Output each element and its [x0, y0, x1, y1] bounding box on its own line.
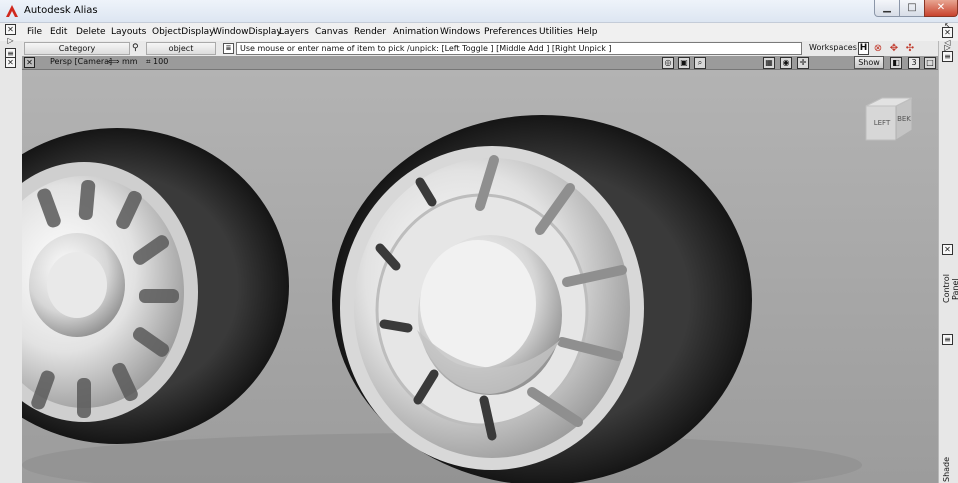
menu-utilities[interactable]: Utilities: [539, 27, 573, 37]
view-count-badge[interactable]: 3: [908, 57, 920, 69]
workspace-h-icon[interactable]: H: [858, 42, 869, 55]
viewcube-left-face[interactable]: LEFT: [866, 113, 898, 133]
menu-layers[interactable]: Layers: [279, 27, 309, 37]
camera-tumble-icon[interactable]: ◎: [662, 57, 674, 69]
window-tile-icon[interactable]: ◧: [890, 57, 902, 69]
pick-arrow-icon[interactable]: ↖: [942, 21, 953, 32]
prompt-line: Category ⚲ object ≣ Use mouse or enter n…: [22, 41, 938, 56]
window-title: Autodesk Alias: [24, 5, 98, 16]
object-dropdown[interactable]: object: [146, 42, 216, 55]
maximize-button[interactable]: □: [899, 0, 925, 17]
play-arrow-icon[interactable]: ▷: [942, 43, 953, 54]
snap-icon[interactable]: ⊗: [872, 42, 884, 55]
camera-track-icon[interactable]: ▣: [678, 57, 690, 69]
menu-canvas[interactable]: Canvas: [315, 27, 348, 37]
category-dropdown[interactable]: Category: [24, 42, 130, 55]
prompt-history-icon[interactable]: ≣: [223, 43, 234, 54]
transform-icon[interactable]: ✥: [888, 42, 900, 55]
viewcube: LEFT BEK: [865, 97, 913, 141]
pick-object-icon[interactable]: ⚲: [132, 42, 144, 55]
menu-bar: File Edit Delete Layouts ObjectDisplay W…: [0, 23, 958, 41]
show-button[interactable]: Show: [854, 56, 884, 69]
shade-toggle-icon[interactable]: ◉: [780, 57, 792, 69]
shade-tab[interactable]: Shade: [942, 455, 956, 483]
viewport-close-icon[interactable]: ✕: [24, 57, 35, 68]
palette-close-icon[interactable]: ✕: [5, 24, 16, 35]
workspaces-label: Workspaces: [809, 43, 857, 52]
palette-expand-icon[interactable]: ▷: [5, 36, 16, 47]
control-panel-close-icon[interactable]: ✕: [942, 244, 953, 255]
scene-render: LEFT BEK: [22, 70, 938, 483]
menu-windowdisplay[interactable]: WindowDisplay: [213, 27, 282, 37]
close-button[interactable]: ✕: [924, 0, 958, 17]
pick-tool-icon[interactable]: ✣: [904, 42, 916, 55]
menu-render[interactable]: Render: [354, 27, 386, 37]
camera-label[interactable]: Persp [Camera]: [50, 57, 112, 66]
minimize-button[interactable]: ▁: [874, 0, 900, 17]
autodesk-logo-icon: [6, 5, 18, 17]
perspective-viewport[interactable]: LEFT BEK: [22, 70, 938, 483]
control-panel-tab[interactable]: Control Panel: [942, 264, 958, 314]
menu-edit[interactable]: Edit: [50, 27, 67, 37]
grid-spacing-label[interactable]: ⌗ 100: [146, 57, 168, 67]
display-toggle-icon[interactable]: ▦: [763, 57, 775, 69]
left-palette-gutter: ✕ ▷ ≡ ✕: [0, 24, 22, 483]
prompt-input[interactable]: Use mouse or enter name of item to pick …: [236, 42, 802, 55]
window-maximize-icon[interactable]: □: [924, 57, 936, 69]
menu-windows[interactable]: Windows: [440, 27, 480, 37]
viewport-header: ✕ Persp [Camera] ⟺ mm ⌗ 100 ◎ ▣ ⌕ ▦ ◉ ✛ …: [22, 56, 938, 70]
menu-layouts[interactable]: Layouts: [111, 27, 146, 37]
view-fit-icon[interactable]: ✛: [797, 57, 809, 69]
viewcube-back-face[interactable]: BEK: [896, 109, 912, 129]
menu-animation[interactable]: Animation: [393, 27, 439, 37]
control-panel-list-icon[interactable]: ≡: [942, 334, 953, 345]
right-palette-gutter: ✕ ◁ ≡ ↖ ▷ ✕ ≡: [938, 21, 958, 483]
units-label: ⟺ mm: [108, 57, 138, 66]
menu-delete[interactable]: Delete: [76, 27, 106, 37]
menu-file[interactable]: File: [27, 27, 42, 37]
right-wheel: [332, 115, 752, 483]
camera-zoom-icon[interactable]: ⌕: [694, 57, 706, 69]
title-bar: Autodesk Alias ▁ □ ✕: [0, 0, 958, 23]
menu-objectdisplay[interactable]: ObjectDisplay: [152, 27, 215, 37]
menu-preferences[interactable]: Preferences: [484, 27, 537, 37]
menu-help[interactable]: Help: [577, 27, 598, 37]
viewport-close-icon[interactable]: ✕: [5, 57, 16, 68]
